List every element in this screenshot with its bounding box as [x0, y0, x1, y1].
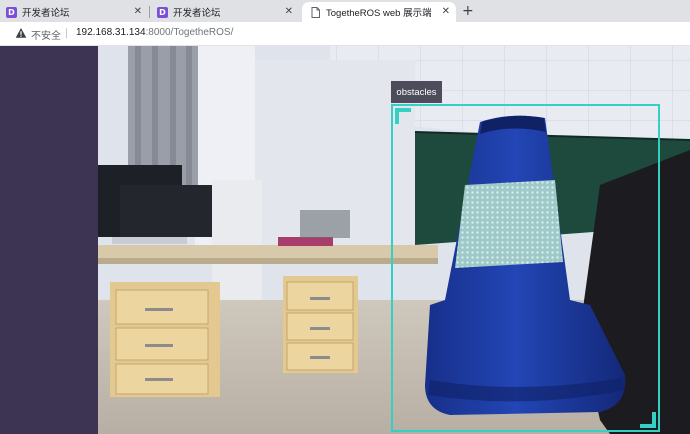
- document-icon: [311, 6, 320, 18]
- close-icon[interactable]: ✕: [442, 6, 450, 17]
- tab-forum-2[interactable]: D 开发者论坛 ✕: [151, 2, 299, 22]
- tab-forum-1[interactable]: D 开发者论坛 ✕: [0, 2, 148, 22]
- tab-divider: [149, 6, 150, 18]
- tab-title: 开发者论坛: [22, 8, 70, 19]
- detection-label: obstacles: [391, 81, 442, 103]
- url-host: 192.168.31.134: [76, 27, 146, 38]
- tab-strip: D 开发者论坛 ✕ D 开发者论坛 ✕ TogetheROS web 展示端 ✕…: [0, 0, 690, 22]
- tab-title: TogetheROS web 展示端: [326, 8, 432, 19]
- url-path: :8000/TogetheROS/: [145, 27, 234, 38]
- address-bar[interactable]: 不安全 | 192.168.31.134:8000/TogetheROS/: [0, 22, 690, 46]
- forum-favicon-icon: D: [6, 6, 17, 18]
- sidebar-panel: [0, 46, 98, 434]
- forum-favicon-icon: D: [157, 6, 168, 18]
- security-label[interactable]: 不安全: [31, 27, 61, 42]
- divider: |: [65, 27, 68, 39]
- new-tab-icon[interactable]: +: [462, 3, 474, 19]
- warning-icon[interactable]: [15, 27, 27, 39]
- tab-togetheros[interactable]: TogetheROS web 展示端 ✕: [302, 2, 456, 22]
- close-icon[interactable]: ✕: [285, 6, 293, 17]
- url-text[interactable]: 192.168.31.134:8000/TogetheROS/: [76, 27, 233, 38]
- close-icon[interactable]: ✕: [134, 6, 142, 17]
- detection-corners: [395, 108, 656, 428]
- detection-box: [391, 104, 660, 432]
- tab-title: 开发者论坛: [173, 8, 221, 19]
